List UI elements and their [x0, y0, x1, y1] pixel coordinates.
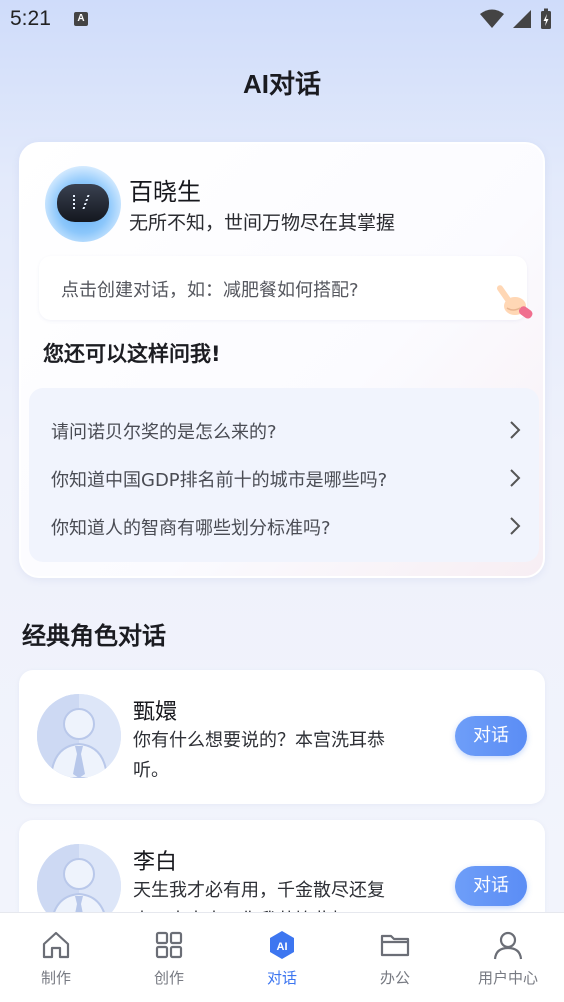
- create-chat-prompt[interactable]: 点击创建对话，如：减肥餐如何搭配?: [39, 256, 533, 320]
- robot-eye-left: [73, 195, 78, 209]
- robot-eye-right: [82, 195, 93, 209]
- chevron-right-icon: [510, 469, 521, 487]
- home-icon: [42, 931, 70, 959]
- assistant-card: 百晓生 无所不知，世间万物尽在其掌握 点击创建对话，如：减肥餐如何搭配? 您还可…: [19, 142, 545, 578]
- page-title: AI对话: [242, 69, 321, 99]
- suggestion-item[interactable]: 你知道人的智商有哪些划分标准吗?: [51, 508, 521, 548]
- nav-label: 创作: [153, 969, 184, 987]
- suggestion-item[interactable]: 你知道中国GDP排名前十的城市是哪些吗?: [51, 460, 521, 500]
- nav-item-make[interactable]: 制作: [0, 913, 112, 1002]
- robot-avatar-icon: [45, 166, 121, 242]
- nav-label: 对话: [266, 969, 297, 987]
- signal-icon: [513, 10, 531, 28]
- svg-text:AI: AI: [277, 941, 288, 953]
- prompt-placeholder: 点击创建对话，如：减肥餐如何搭配?: [61, 280, 359, 301]
- pointing-hand-icon: [496, 285, 533, 319]
- nav-item-office[interactable]: 办公: [339, 913, 451, 1002]
- nav-label: 用户中心: [477, 969, 538, 987]
- suggestion-text: 请问诺贝尔奖的是怎么来的?: [51, 422, 277, 443]
- nav-label: 办公: [379, 969, 410, 987]
- nav-item-user-center[interactable]: 用户中心: [452, 913, 564, 1002]
- status-icons: [480, 8, 552, 30]
- person-avatar-icon: [37, 694, 121, 778]
- suggestion-item[interactable]: 请问诺贝尔奖的是怎么来的?: [51, 412, 521, 452]
- robot-face: [57, 184, 109, 222]
- nav-label: 制作: [40, 969, 71, 987]
- ai-icon: AI: [270, 931, 294, 959]
- assistant-description: 无所不知，世间万物尽在其掌握: [129, 212, 396, 234]
- chat-button[interactable]: 对话: [455, 866, 527, 906]
- role-greeting: 你有什么想要说的？本宫洗耳恭听。: [133, 730, 385, 781]
- suggestions-list: 请问诺贝尔奖的是怎么来的? 你知道中国GDP排名前十的城市是哪些吗? 你知道人的…: [29, 388, 539, 562]
- folder-icon: [380, 934, 410, 957]
- chevron-right-icon: [510, 421, 521, 439]
- bottom-nav: 制作 创作 AI 对话 办公 用户中心: [0, 912, 564, 1002]
- role-card[interactable]: 甄嬛 你有什么想要说的？本宫洗耳恭听。 对话: [19, 670, 545, 804]
- nav-item-chat[interactable]: AI 对话: [226, 913, 338, 1002]
- notification-badge-icon: A: [74, 12, 88, 26]
- wifi-icon: [480, 9, 504, 28]
- suggestion-text: 你知道人的智商有哪些划分标准吗?: [51, 518, 331, 539]
- role-name: 甄嬛: [133, 700, 178, 725]
- chat-button[interactable]: 对话: [455, 716, 527, 756]
- avatar: [37, 694, 121, 778]
- user-icon: [493, 931, 523, 960]
- status-bar: 5:21 A: [0, 0, 564, 40]
- roles-section-title: 经典角色对话: [22, 622, 166, 650]
- status-time: 5:21: [10, 7, 51, 30]
- grid-icon: [155, 931, 183, 959]
- battery-icon: [541, 8, 551, 29]
- chevron-right-icon: [510, 517, 521, 535]
- suggestion-text: 你知道中国GDP排名前十的城市是哪些吗?: [51, 470, 388, 491]
- suggestions-title: 您还可以这样问我!: [43, 342, 221, 366]
- nav-item-create[interactable]: 创作: [113, 913, 225, 1002]
- role-name: 李白: [133, 850, 178, 875]
- assistant-name: 百晓生: [129, 178, 201, 206]
